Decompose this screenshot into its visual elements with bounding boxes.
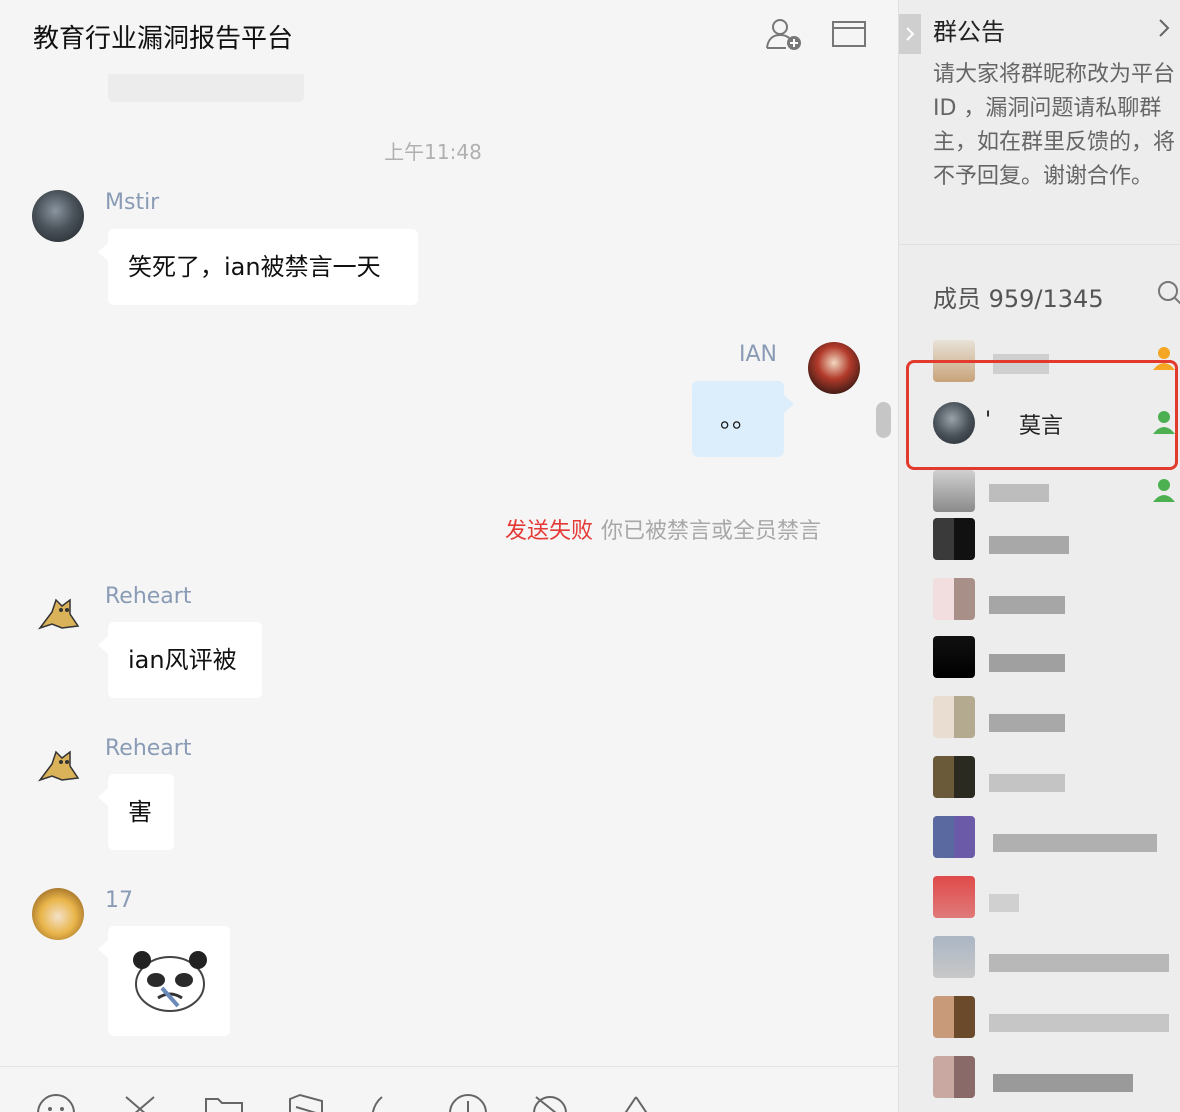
member-name-redacted bbox=[993, 1074, 1133, 1092]
avatar[interactable] bbox=[808, 342, 860, 394]
member-badge-icon bbox=[1153, 479, 1175, 502]
emoji-icon[interactable] bbox=[36, 1091, 76, 1112]
members-count: 成员 959/1345 bbox=[933, 285, 1104, 313]
previous-message-bubble bbox=[108, 74, 304, 102]
message-bubble[interactable]: 。。 bbox=[692, 381, 794, 457]
screenshot-icon[interactable] bbox=[286, 1091, 326, 1112]
folder-icon[interactable] bbox=[830, 16, 870, 52]
member-avatar bbox=[933, 816, 975, 858]
send-failed-reason: 你已被禁言或全员禁言 bbox=[601, 519, 822, 544]
member-avatar bbox=[933, 578, 975, 620]
sticker-bubble[interactable] bbox=[98, 926, 230, 1036]
send-failed-notice: 发送失败 你已被禁言或全员禁言 bbox=[505, 513, 821, 545]
chevron-right-icon[interactable] bbox=[1157, 16, 1171, 40]
folder-icon[interactable] bbox=[204, 1091, 244, 1112]
member-avatar bbox=[933, 936, 975, 978]
member-name-redacted bbox=[993, 834, 1157, 852]
add-member-icon[interactable] bbox=[764, 16, 804, 52]
member-name-redacted bbox=[989, 774, 1065, 792]
member-row[interactable] bbox=[933, 876, 1180, 926]
sender-name: Mstir bbox=[105, 190, 160, 215]
member-avatar bbox=[933, 518, 975, 560]
warning-icon[interactable] bbox=[616, 1091, 656, 1112]
member-name-redacted bbox=[989, 894, 1019, 912]
divider bbox=[899, 244, 1180, 245]
group-sidebar: 群公告 请大家将群昵称改为平台 ID ，漏洞问题请私聊群主，如在群里反馈的，将不… bbox=[898, 0, 1180, 1112]
scrollbar-thumb[interactable] bbox=[876, 402, 891, 438]
message-bubble[interactable]: 害 bbox=[98, 774, 174, 850]
member-name-redacted bbox=[989, 1014, 1169, 1032]
member-avatar bbox=[933, 696, 975, 738]
avatar[interactable] bbox=[32, 586, 84, 638]
sender-name: IAN bbox=[739, 342, 777, 367]
scissors-icon[interactable] bbox=[120, 1091, 160, 1112]
avatar[interactable] bbox=[32, 190, 84, 242]
member-row[interactable] bbox=[933, 756, 1180, 806]
send-failed-label[interactable]: 发送失败 bbox=[505, 519, 593, 544]
clock-icon[interactable] bbox=[448, 1091, 488, 1112]
message-bubble[interactable]: ian风评被 bbox=[98, 622, 262, 698]
input-toolbar bbox=[0, 1066, 898, 1112]
avatar[interactable] bbox=[32, 888, 84, 940]
collapse-handle[interactable] bbox=[899, 14, 921, 54]
notice-fade bbox=[899, 190, 1180, 240]
highlight-box bbox=[906, 360, 1178, 470]
member-row[interactable] bbox=[933, 636, 1180, 686]
timestamp: 上午11:48 bbox=[384, 140, 482, 164]
panda-sticker bbox=[133, 951, 207, 1012]
member-name-redacted bbox=[989, 714, 1065, 732]
member-row[interactable] bbox=[933, 696, 1180, 746]
member-name-redacted bbox=[989, 484, 1049, 502]
notice-title[interactable]: 群公告 bbox=[933, 12, 1005, 47]
chat-title: 教育行业漏洞报告平台 bbox=[33, 24, 294, 54]
member-avatar bbox=[933, 636, 975, 678]
message-bubble[interactable]: 笑死了，ian被禁言一天 bbox=[98, 229, 418, 305]
member-row[interactable] bbox=[933, 996, 1180, 1046]
member-avatar bbox=[933, 996, 975, 1038]
phone-icon[interactable] bbox=[364, 1091, 404, 1112]
notice-text: 请大家将群昵称改为平台 ID ，漏洞问题请私聊群主，如在群里反馈的，将不予回复。… bbox=[933, 62, 1176, 189]
member-avatar bbox=[933, 1056, 975, 1098]
member-row[interactable] bbox=[933, 518, 1180, 568]
member-avatar bbox=[933, 470, 975, 512]
chat-pane: 教育行业漏洞报告平台 上午11:48 Mstir 笑死了，ian被禁言一天 IA… bbox=[0, 0, 898, 1112]
member-avatar bbox=[933, 876, 975, 918]
member-name-redacted bbox=[989, 954, 1169, 972]
member-name-redacted bbox=[989, 536, 1069, 554]
sender-name: Reheart bbox=[105, 584, 192, 609]
member-avatar bbox=[933, 756, 975, 798]
sender-name: Reheart bbox=[105, 736, 192, 761]
member-name-redacted bbox=[989, 596, 1065, 614]
member-row[interactable] bbox=[933, 936, 1180, 986]
avatar[interactable] bbox=[32, 738, 84, 790]
mute-icon[interactable] bbox=[530, 1091, 570, 1112]
member-row[interactable] bbox=[933, 578, 1180, 628]
sender-name: 17 bbox=[105, 888, 133, 913]
member-name-redacted bbox=[989, 654, 1065, 672]
member-row[interactable] bbox=[933, 470, 1180, 520]
member-row[interactable] bbox=[933, 816, 1180, 866]
chevron-right-icon bbox=[906, 27, 915, 41]
member-row[interactable] bbox=[933, 1056, 1180, 1106]
search-icon[interactable] bbox=[1157, 280, 1180, 306]
